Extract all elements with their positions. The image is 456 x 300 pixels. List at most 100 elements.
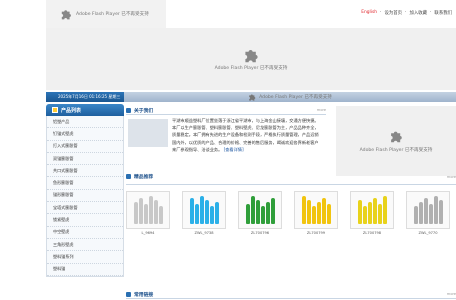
sidebar-item[interactable]: 钉锚式壁虎 [47,128,123,141]
product-peg [138,198,143,224]
sidebar-item[interactable]: 中空壁虎 [47,227,123,239]
plugin-puzzle-icon [243,47,259,63]
product-peg [143,204,148,224]
product-name[interactable]: ZWL_9738 [182,231,226,235]
product-peg [423,198,428,224]
nav-separator: · [405,10,407,15]
nav-set-homepage-link[interactable]: 设为首页 [384,10,402,16]
about-body: 平湖市顺益塑料厂位置坐落于浙江省平湖市，与上海金山接壤，交通方便快捷。本厂以生产… [126,115,326,175]
product-peg [382,196,387,224]
nav-english-link[interactable]: English [361,10,377,16]
sidebar-item[interactable]: 铝塑产品 [47,116,123,129]
product-peg [148,196,153,224]
banner-flash-text: Adobe Flash Player 已不再受支持 [214,66,288,71]
product-name[interactable]: L_9694 [126,231,170,235]
sidebar-item[interactable]: 共口式膨胀管 [47,165,123,178]
sidebar-header: 产品列表 [46,104,124,116]
product-peg [367,202,372,224]
right-flash-placeholder: Adobe Flash Player 已不再受支持 [336,106,456,176]
product-image[interactable] [294,191,338,229]
top-flash-text: Adobe Flash Player 已不再受支持 [76,12,149,17]
top-flash-placeholder: Adobe Flash Player 已不再受支持 [46,0,166,28]
about-detail-link[interactable]: [查看详情] [224,147,244,152]
links-header: 常用链接 more [126,290,456,299]
product-peg [214,202,219,224]
sidebar-item[interactable]: 三角形壁虎 [47,239,123,252]
product-peg [433,196,438,224]
plugin-puzzle-icon [389,129,403,143]
product-card[interactable]: L_9694 [126,191,170,235]
product-peg [245,204,250,224]
product-peg [326,204,331,224]
sidebar-item[interactable]: 塑料锚 [47,264,123,276]
product-name[interactable]: ZL700799 [294,231,338,235]
product-image[interactable] [350,191,394,229]
sidebar-item[interactable]: 双锚膨胀管 [47,153,123,166]
product-peg [204,200,209,224]
about-title: 关于我们 [134,108,154,114]
cube-icon [52,107,58,113]
product-name[interactable]: ZL700796 [238,231,282,235]
sidebar-item[interactable]: 塑料锚系列 [47,251,123,264]
links-more-link[interactable]: more [447,292,456,296]
product-peg [372,198,377,224]
products-more-link[interactable]: more [447,175,456,179]
product-image[interactable] [126,191,170,229]
about-section: 关于我们 more 平湖市顺益塑料厂位置坐落于浙江省平湖市，与上海金山接壤，交通… [126,106,326,175]
section-marker-icon [126,174,131,179]
product-sidebar: 产品列表 铝塑产品 钉锚式壁虎 打入式膨胀管 双锚膨胀管 共口式膨胀管 鱼形膨胀… [46,104,124,277]
product-peg [133,202,138,224]
product-peg [357,200,362,224]
about-more-link[interactable]: more [317,108,326,112]
product-card[interactable]: ZL700796 [238,191,282,235]
sidebar-item[interactable]: 打入式膨胀管 [47,141,123,153]
nav-separator: · [380,10,382,15]
nav-separator: · [430,10,432,15]
menu-flash-bar: Adobe Flash Player 已不再受支持 [124,92,456,102]
product-peg [194,204,199,224]
banner-flash-placeholder: Adobe Flash Player 已不再受支持 [46,28,456,90]
product-card[interactable]: ZL700799 [294,191,338,235]
product-peg [199,196,204,224]
current-date: 2025年7月16日 01:16:25 星期三 [58,94,121,99]
product-peg [306,200,311,224]
product-peg [316,202,321,224]
product-image[interactable] [406,191,450,229]
sidebar-item[interactable]: 锚形膨胀管 [47,190,123,203]
product-peg [270,198,275,224]
product-peg [260,206,265,224]
sidebar-item[interactable]: 锁紧壁虎 [47,214,123,227]
product-card[interactable]: ZL700798 [350,191,394,235]
about-header: 关于我们 more [126,106,326,115]
links-title: 常用链接 [134,292,154,298]
product-peg [377,204,382,224]
product-peg [189,198,194,224]
product-name[interactable]: ZL700798 [350,231,394,235]
product-peg [438,200,443,224]
sidebar-list: 铝塑产品 钉锚式壁虎 打入式膨胀管 双锚膨胀管 共口式膨胀管 鱼形膨胀管 锚形膨… [46,116,124,277]
product-peg [209,206,214,224]
product-peg [321,198,326,224]
product-name[interactable]: ZWL_9770 [406,231,450,235]
sidebar-item[interactable]: 鱼形膨胀管 [47,177,123,190]
plugin-puzzle-icon [248,93,256,101]
section-marker-icon [126,107,131,113]
sidebar-title: 产品列表 [61,107,82,114]
product-peg [428,204,433,224]
sidebar-item[interactable]: 宝塔式膨胀管 [47,202,123,215]
right-flash-text: Adobe Flash Player 已不再受支持 [359,148,433,153]
products-header: 精品推荐 more [126,172,456,181]
menu-flash-text: Adobe Flash Player 已不再受支持 [259,95,332,100]
product-peg [250,196,255,224]
nav-contact-link[interactable]: 联系我们 [434,10,452,16]
product-peg [265,202,270,224]
product-image[interactable] [182,191,226,229]
product-peg [158,206,163,224]
product-card[interactable]: ZWL_9738 [182,191,226,235]
about-photo [128,119,168,147]
product-peg [362,206,367,224]
nav-add-favorite-link[interactable]: 加入收藏 [409,10,427,16]
products-title: 精品推荐 [134,175,154,180]
product-card[interactable]: ZWL_9770 [406,191,450,235]
product-image[interactable] [238,191,282,229]
